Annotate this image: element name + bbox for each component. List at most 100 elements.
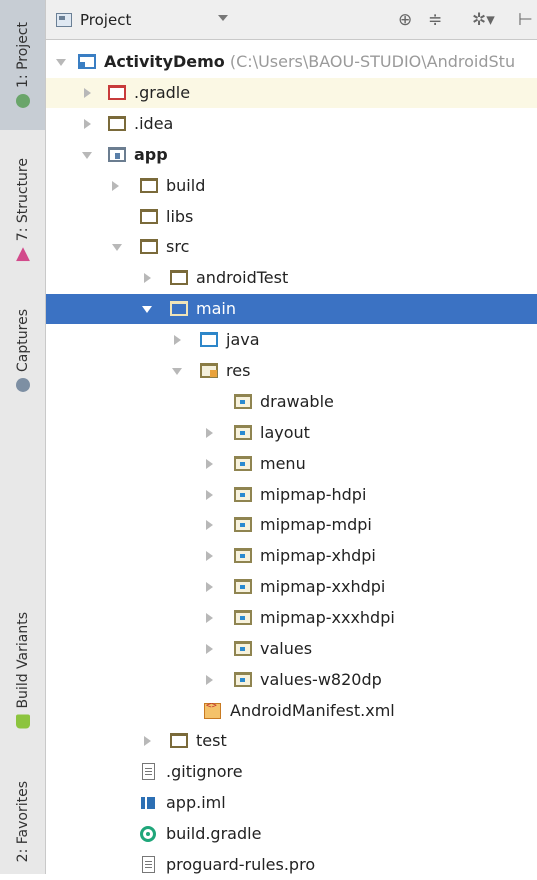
expand-arrow-icon[interactable] <box>142 306 152 313</box>
tree-row-values[interactable]: values <box>46 634 537 664</box>
expand-arrow-icon[interactable] <box>206 582 213 592</box>
tree-row-mipmap-xhdpi[interactable]: mipmap-xhdpi <box>46 541 537 571</box>
tree-label: menu <box>260 454 306 473</box>
tree-row-res[interactable]: res <box>46 356 537 386</box>
collapse-icon[interactable]: ≑ <box>428 10 442 30</box>
tree-row-mipmap-xxhdpi[interactable]: mipmap-xxhdpi <box>46 572 537 602</box>
tree-label: AndroidManifest.xml <box>230 701 395 720</box>
tree-row-mipmap-hdpi[interactable]: mipmap-hdpi <box>46 480 537 510</box>
tree-row-app[interactable]: app <box>46 140 537 170</box>
folder-icon <box>108 85 126 100</box>
folder-icon <box>170 733 188 748</box>
expand-arrow-icon[interactable] <box>206 551 213 561</box>
tree-label: layout <box>260 423 310 442</box>
expand-arrow-icon[interactable] <box>206 613 213 623</box>
expand-arrow-icon[interactable] <box>174 335 181 345</box>
expand-arrow-icon[interactable] <box>206 675 213 685</box>
view-selector-dropdown[interactable]: Project <box>56 6 228 34</box>
tree-row-main[interactable]: main <box>46 294 537 324</box>
tree-row-build[interactable]: build <box>46 171 537 201</box>
tree-row-idea[interactable]: .idea <box>46 109 537 139</box>
folder-icon <box>170 301 188 316</box>
chevron-down-icon <box>218 15 228 21</box>
tree-label: libs <box>166 207 194 226</box>
structure-icon <box>16 248 30 262</box>
tree-row-root[interactable]: ActivityDemo (C:\Users\BAOU-STUDIO\Andro… <box>46 47 537 77</box>
tree-label: .gradle <box>134 83 191 102</box>
project-toolbar: Project ⊕ ≑ ✲▾ ⊢ <box>46 0 537 40</box>
folder-icon <box>140 239 158 254</box>
project-icon <box>15 93 30 108</box>
tree-label: app <box>134 145 168 164</box>
tree-label: mipmap-hdpi <box>260 485 367 504</box>
project-tree: ActivityDemo (C:\Users\BAOU-STUDIO\Andro… <box>46 40 537 874</box>
resource-folder-icon <box>234 672 252 687</box>
tree-label: proguard-rules.pro <box>166 855 316 874</box>
tree-row-mipmap-mdpi[interactable]: mipmap-mdpi <box>46 510 537 540</box>
tree-row-java[interactable]: java <box>46 325 537 355</box>
resource-folder-icon <box>234 487 252 502</box>
resource-folder-icon <box>234 579 252 594</box>
tree-row-android-manifest[interactable]: AndroidManifest.xml <box>46 696 537 726</box>
tree-row-build-gradle[interactable]: build.gradle <box>46 819 537 849</box>
expand-arrow-icon[interactable] <box>144 736 151 746</box>
source-folder-icon <box>200 332 218 347</box>
tab-project[interactable]: 1: Project <box>0 0 45 130</box>
folder-icon <box>140 209 158 224</box>
root-path: (C:\Users\BAOU-STUDIO\AndroidStu <box>229 52 516 71</box>
expand-arrow-icon[interactable] <box>112 181 119 191</box>
expand-arrow-icon[interactable] <box>206 644 213 654</box>
expand-arrow-icon[interactable] <box>84 88 91 98</box>
tree-row-src[interactable]: src <box>46 232 537 262</box>
tree-label: mipmap-xxxhdpi <box>260 608 395 627</box>
tree-row-drawable[interactable]: drawable <box>46 387 537 417</box>
tree-row-proguard[interactable]: proguard-rules.pro <box>46 850 537 880</box>
tab-favorites[interactable]: 2: Favorites <box>0 770 45 874</box>
expand-arrow-icon[interactable] <box>206 520 213 530</box>
tree-row-libs[interactable]: libs <box>46 202 537 232</box>
gradle-file-icon <box>140 826 156 842</box>
tree-row-values-w820dp[interactable]: values-w820dp <box>46 665 537 695</box>
tab-build-variants[interactable]: Build Variants <box>0 590 45 750</box>
tree-row-app-iml[interactable]: app.iml <box>46 788 537 818</box>
expand-arrow-icon[interactable] <box>172 368 182 375</box>
tree-label: androidTest <box>196 268 289 287</box>
tab-captures-label: Captures <box>14 308 31 372</box>
tree-row-layout[interactable]: layout <box>46 418 537 448</box>
text-file-icon <box>142 856 155 873</box>
tree-label: res <box>226 361 251 380</box>
text-file-icon <box>142 763 155 780</box>
tree-label: build <box>166 176 206 195</box>
sync-icon[interactable]: ⊕ <box>398 10 412 30</box>
tree-label: build.gradle <box>166 824 262 843</box>
resource-folder-icon <box>234 425 252 440</box>
tab-structure[interactable]: 7: Structure <box>0 140 45 280</box>
tree-label: .idea <box>134 114 174 133</box>
tree-label: app.iml <box>166 793 226 812</box>
tree-row-test[interactable]: test <box>46 726 537 756</box>
expand-arrow-icon[interactable] <box>112 244 122 251</box>
expand-arrow-icon[interactable] <box>206 428 213 438</box>
folder-icon <box>140 178 158 193</box>
expand-arrow-icon[interactable] <box>144 273 151 283</box>
module-folder-icon <box>108 147 126 162</box>
folder-icon <box>170 270 188 285</box>
expand-arrow-icon[interactable] <box>84 119 91 129</box>
tree-row-androidtest[interactable]: androidTest <box>46 263 537 293</box>
tree-row-gitignore[interactable]: .gitignore <box>46 757 537 787</box>
tree-label: values-w820dp <box>260 670 382 689</box>
tab-captures[interactable]: Captures <box>0 290 45 410</box>
expand-arrow-icon[interactable] <box>56 59 66 66</box>
expand-arrow-icon[interactable] <box>82 152 92 159</box>
tree-row-mipmap-xxxhdpi[interactable]: mipmap-xxxhdpi <box>46 603 537 633</box>
tree-row-gradle-folder[interactable]: .gradle <box>46 78 537 108</box>
expand-arrow-icon[interactable] <box>206 459 213 469</box>
tool-window-strip: 1: Project 7: Structure Captures Build V… <box>0 0 46 874</box>
hide-icon[interactable]: ⊢ <box>518 10 533 30</box>
project-view-icon <box>56 13 72 27</box>
resource-folder-icon <box>234 641 252 656</box>
settings-icon[interactable]: ✲▾ <box>472 10 495 30</box>
tree-label: test <box>196 731 227 750</box>
expand-arrow-icon[interactable] <box>206 490 213 500</box>
tree-row-menu[interactable]: menu <box>46 449 537 479</box>
